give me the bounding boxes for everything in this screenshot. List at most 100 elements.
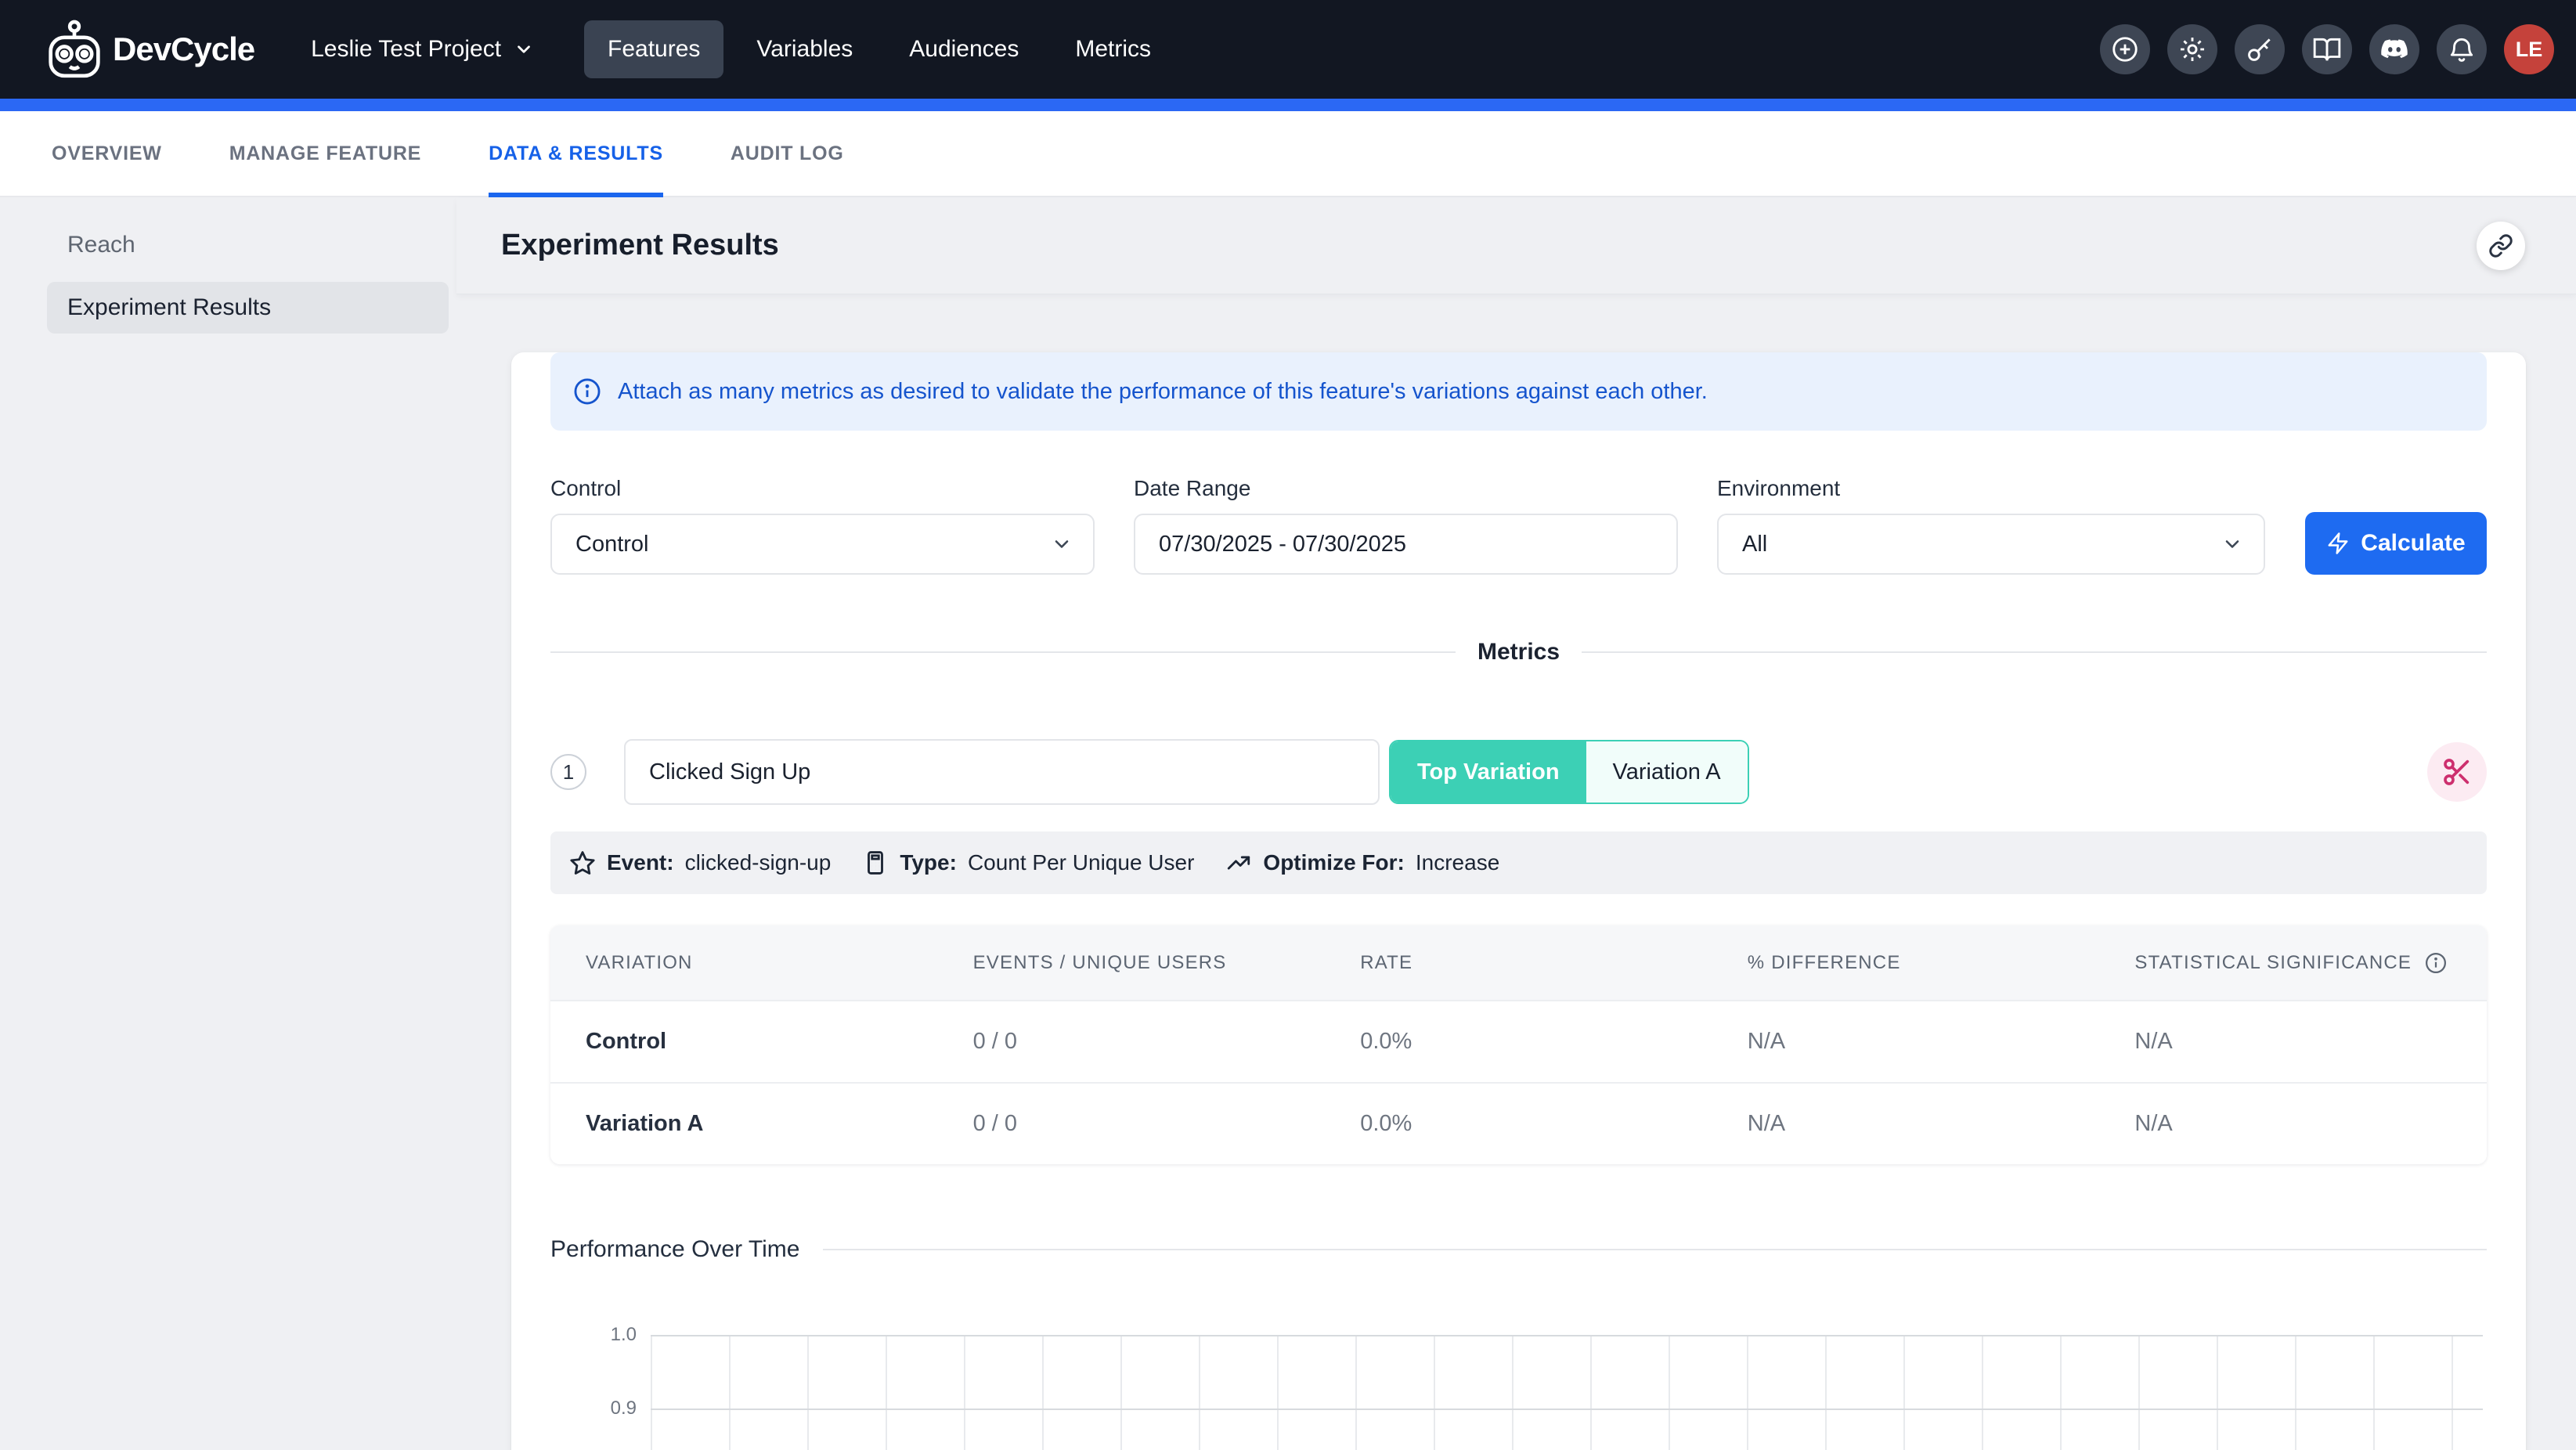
project-selector[interactable]: Leslie Test Project [311,36,534,63]
results-table: VARIATION EVENTS / UNIQUE USERS RATE % D… [550,925,2487,1164]
nav-item-features[interactable]: Features [584,20,723,78]
tab-manage-feature[interactable]: MANAGE FEATURE [229,111,421,196]
date-range-input[interactable] [1159,532,1653,557]
page-header: Experiment Results [456,197,2576,294]
page-title: Experiment Results [501,229,779,262]
navbar-actions: LE [2100,24,2554,74]
key-icon [2245,34,2275,64]
y-axis-tick: 1.0 [558,1324,637,1346]
environment-select-value: All [1742,532,1767,557]
nav-item-metrics[interactable]: Metrics [1052,20,1174,78]
primary-nav: Features Variables Audiences Metrics [584,20,1174,78]
col-statistical-significance: STATISTICAL SIGNIFICANCE [2099,925,2487,1000]
create-button[interactable] [2100,24,2150,74]
type-value: Count Per Unique User [968,850,1194,875]
table-row: Variation A 0 / 0 0.0% N/A N/A [550,1082,2487,1164]
discord-button[interactable] [2369,24,2419,74]
control-filter: Control Control [550,476,1095,575]
filters-row: Control Control Date Range [550,476,2487,575]
event-label: Event: [607,850,674,875]
trending-up-icon [1225,849,1252,876]
nav-item-variables[interactable]: Variables [733,20,876,78]
feature-tabbar: OVERVIEW MANAGE FEATURE DATA & RESULTS A… [0,111,2576,197]
info-icon[interactable] [2424,951,2448,975]
docs-button[interactable] [2302,24,2352,74]
event-value: clicked-sign-up [685,850,832,875]
calculate-button[interactable]: Calculate [2305,512,2487,575]
environment-label: Environment [1717,476,2265,501]
row-significance: N/A [2099,1001,2487,1082]
table-header-row: VARIATION EVENTS / UNIQUE USERS RATE % D… [550,925,2487,1000]
tab-data-results[interactable]: DATA & RESULTS [489,111,663,196]
metric-summary-bar: Event: clicked-sign-up Type: Count Per U… [550,831,2487,894]
date-range-filter: Date Range [1134,476,1678,575]
col-events-unique-users: EVENTS / UNIQUE USERS [938,925,1326,1000]
row-variation-name: Variation A [550,1084,938,1164]
toggle-variation-a[interactable]: Variation A [1586,741,1748,803]
tab-overview[interactable]: OVERVIEW [52,111,162,196]
metric-row: 1 Top Variation Variation A [550,739,2487,805]
experiment-results-card: Attach as many metrics as desired to val… [511,352,2526,1450]
row-events: 0 / 0 [938,1001,1326,1082]
optimize-label: Optimize For: [1263,850,1404,875]
variation-toggle: Top Variation Variation A [1389,740,1749,804]
date-range-label: Date Range [1134,476,1678,501]
metric-index-badge: 1 [550,754,586,790]
performance-title: Performance Over Time [550,1236,799,1263]
date-range-input-wrap [1134,514,1678,575]
plus-circle-icon [2110,34,2140,64]
app-window: DevCycle Leslie Test Project Features Va… [0,0,2576,1450]
chevron-down-icon [1051,533,1073,555]
control-select-value: Control [575,532,649,557]
project-selector-label: Leslie Test Project [311,36,501,63]
logo-wordmark: DevCycle [113,31,254,68]
copy-link-button[interactable] [2477,222,2525,270]
info-banner: Attach as many metrics as desired to val… [550,352,2487,431]
api-keys-button[interactable] [2235,24,2285,74]
sidebar-item-experiment-results[interactable]: Experiment Results [47,282,449,334]
optimize-group: Optimize For: Increase [1225,849,1499,876]
control-label: Control [550,476,1095,501]
gear-icon [2177,34,2207,64]
discord-icon [2379,34,2409,64]
environment-select[interactable]: All [1717,514,2265,575]
chart-gridlines [651,1335,2483,1450]
type-group: Type: Count Per Unique User [862,849,1194,876]
info-icon [572,377,602,406]
metric-name-input[interactable] [624,739,1380,805]
col-difference: % DIFFERENCE [1712,925,2100,1000]
row-significance: N/A [2099,1084,2487,1164]
sidebar-item-reach[interactable]: Reach [47,219,449,271]
performance-section-header: Performance Over Time [550,1236,2487,1263]
accent-bar [0,99,2576,111]
col-rate: RATE [1325,925,1712,1000]
settings-button[interactable] [2167,24,2217,74]
info-banner-text: Attach as many metrics as desired to val… [618,379,1708,405]
chevron-down-icon [2221,533,2243,555]
notifications-button[interactable] [2437,24,2487,74]
calculate-button-label: Calculate [2361,530,2465,557]
devcycle-logo[interactable]: DevCycle [47,19,254,80]
results-sidebar: Reach Experiment Results [0,197,456,1450]
row-variation-name: Control [550,1001,938,1082]
bell-icon [2447,34,2477,64]
scissors-icon [2441,756,2473,788]
row-events: 0 / 0 [938,1084,1326,1164]
table-row: Control 0 / 0 0.0% N/A N/A [550,1000,2487,1082]
chevron-down-icon [514,39,534,60]
environment-filter: Environment All [1717,476,2265,575]
divider-line [1582,651,2487,653]
metrics-divider: Metrics [550,639,2487,665]
divider-line [823,1249,2487,1250]
control-select[interactable]: Control [550,514,1095,575]
nav-item-audiences[interactable]: Audiences [886,20,1042,78]
toggle-top-variation[interactable]: Top Variation [1391,741,1586,803]
col-statistical-significance-label: STATISTICAL SIGNIFICANCE [2134,952,2412,974]
y-axis-tick: 0.9 [558,1398,637,1419]
detach-metric-button[interactable] [2427,742,2487,802]
divider-line [550,651,1456,653]
user-avatar[interactable]: LE [2504,24,2554,74]
tab-audit-log[interactable]: AUDIT LOG [731,111,844,196]
link-icon [2488,233,2513,258]
optimize-value: Increase [1416,850,1499,875]
